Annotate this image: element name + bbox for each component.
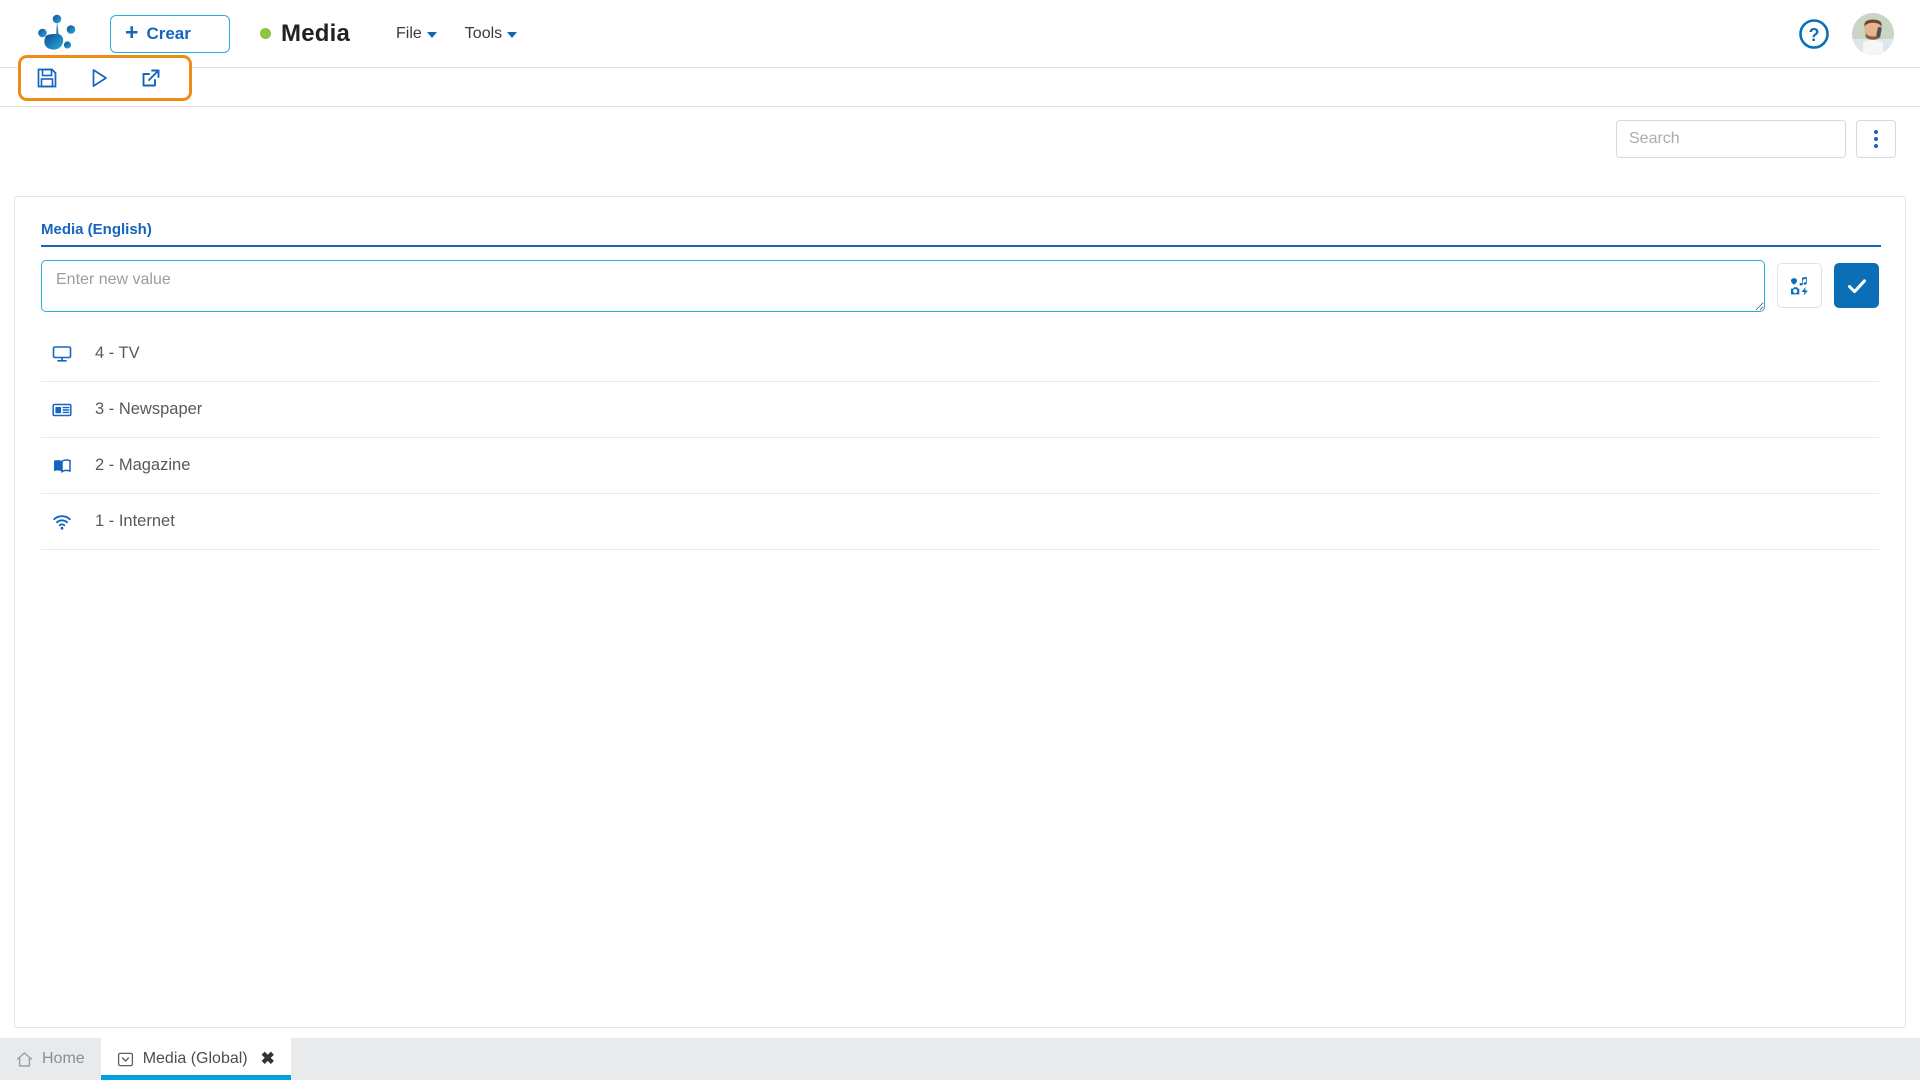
document-title: Media [281, 20, 350, 48]
newspaper-icon [51, 400, 73, 420]
field-label-underline [41, 245, 1881, 247]
new-value-input[interactable] [41, 260, 1765, 312]
search-box [1616, 120, 1846, 158]
main-panel: Media (English) [14, 196, 1906, 1028]
menu-tools[interactable]: Tools [465, 25, 517, 43]
check-icon [1845, 274, 1869, 298]
field-label: Media (English) [41, 221, 1905, 238]
kebab-menu-icon [1874, 130, 1878, 134]
window-icon [117, 1051, 134, 1068]
plus-icon: + [125, 21, 138, 44]
external-link-arrow-icon [140, 67, 162, 89]
list-item-label: 4 - TV [95, 344, 140, 363]
toolbar-row [0, 67, 1920, 107]
value-list: 4 - TV 3 - Newspaper 2 - Magazine [41, 326, 1879, 550]
list-item-label: 1 - Internet [95, 512, 175, 531]
kebab-menu-icon [1874, 144, 1878, 148]
status-indicator-dot [260, 28, 271, 39]
home-icon [16, 1051, 33, 1068]
new-value-row [41, 260, 1879, 312]
taskbar-tab-home-label: Home [42, 1050, 85, 1068]
chevron-down-icon [507, 32, 517, 38]
tv-monitor-icon [51, 344, 73, 364]
list-item[interactable]: 2 - Magazine [41, 438, 1879, 494]
avatar[interactable] [1852, 13, 1894, 55]
menu-file[interactable]: File [396, 25, 437, 43]
close-icon[interactable]: ✖ [261, 1049, 275, 1069]
list-item[interactable]: 4 - TV [41, 326, 1879, 382]
toolbar-highlight-group [18, 55, 192, 101]
save-button[interactable] [21, 58, 73, 98]
confirm-button[interactable] [1834, 263, 1879, 308]
menu-file-label: File [396, 25, 422, 43]
play-triangle-icon [88, 67, 110, 89]
menu-bar: File Tools [396, 25, 517, 43]
create-button[interactable]: + Crear [110, 15, 230, 53]
open-book-icon [51, 456, 73, 476]
taskbar-tab-media-global-label: Media (Global) [143, 1050, 248, 1068]
svg-text:?: ? [1809, 25, 1820, 45]
taskbar: Home Media (Global) ✖ [0, 1038, 1920, 1080]
media-picker-icon [1788, 274, 1812, 298]
menu-tools-label: Tools [465, 25, 502, 43]
floppy-disk-icon [36, 67, 58, 89]
kebab-menu-icon [1874, 137, 1878, 141]
taskbar-tab-media-global[interactable]: Media (Global) ✖ [101, 1038, 291, 1080]
list-item[interactable]: 1 - Internet [41, 494, 1879, 550]
search-row [1616, 120, 1896, 158]
frog-footprint-logo-icon [36, 14, 78, 54]
app-header: + Crear Media File Tools ? [0, 0, 1920, 67]
document-title-group: Media [260, 20, 350, 48]
search-input[interactable] [1617, 121, 1846, 157]
chevron-down-icon [427, 32, 437, 38]
avatar-image [1852, 13, 1894, 55]
taskbar-tab-home[interactable]: Home [0, 1038, 101, 1080]
list-item-label: 2 - Magazine [95, 456, 190, 475]
export-button[interactable] [125, 58, 177, 98]
header-right-group: ? [1798, 13, 1894, 55]
list-item[interactable]: 3 - Newspaper [41, 382, 1879, 438]
create-button-label: Crear [146, 24, 190, 44]
list-item-label: 3 - Newspaper [95, 400, 202, 419]
run-button[interactable] [73, 58, 125, 98]
question-circle-icon[interactable]: ? [1798, 18, 1830, 50]
overflow-menu-button[interactable] [1856, 120, 1896, 158]
wifi-icon [51, 512, 73, 532]
media-picker-button[interactable] [1777, 263, 1822, 308]
